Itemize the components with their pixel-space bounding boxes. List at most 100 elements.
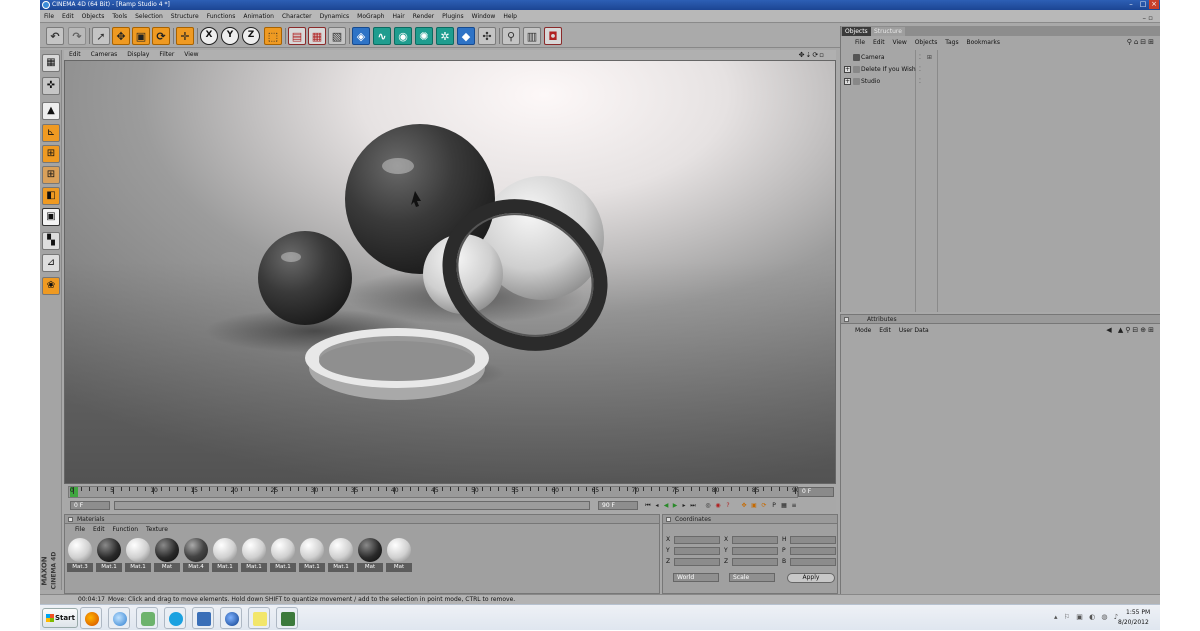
viewport-menu-display[interactable]: Display: [122, 50, 154, 60]
redo-icon[interactable]: ↷: [68, 27, 86, 45]
material-swatch[interactable]: Mat.1: [212, 537, 238, 573]
visibility-dots-icon[interactable]: ⁚: [919, 64, 923, 75]
mograph-cloner-icon[interactable]: ✲: [436, 27, 454, 45]
use-workplane-icon[interactable]: ⊾: [42, 124, 60, 142]
object-row-studio[interactable]: + Studio ⁚: [841, 76, 1160, 87]
parameter-key-icon[interactable]: P: [770, 501, 778, 510]
size-x-field[interactable]: [732, 536, 778, 544]
spline-pen-icon[interactable]: ∿: [373, 27, 391, 45]
objects-menu-bookmarks[interactable]: Bookmarks: [967, 39, 1001, 46]
pla-key-icon[interactable]: ▦: [780, 501, 788, 510]
keyframe-selection-icon[interactable]: ?: [724, 501, 732, 510]
live-selection-icon[interactable]: ➚: [92, 27, 110, 45]
material-swatch[interactable]: Mat.4: [183, 537, 209, 573]
timeline-ruler[interactable]: 0 5 10 15 20 25 30 35 40 45 50 55 60 65 70 75 80 85 90: [68, 486, 800, 498]
pos-z-field[interactable]: [674, 558, 720, 566]
snap-icon[interactable]: ⊿: [42, 254, 60, 272]
menu-help[interactable]: Help: [499, 10, 521, 23]
menu-selection[interactable]: Selection: [131, 10, 167, 23]
expand-icon[interactable]: +: [844, 66, 851, 73]
taskbar-cinema4d[interactable]: [220, 607, 242, 629]
z-axis-lock-icon[interactable]: Z: [242, 27, 260, 45]
menu-window[interactable]: Window: [468, 10, 500, 23]
close-icon[interactable]: ×: [1149, 0, 1159, 9]
points-mode-icon[interactable]: ⊞: [42, 145, 60, 163]
apply-button[interactable]: Apply: [787, 573, 835, 583]
material-swatch[interactable]: Mat.3: [67, 537, 93, 573]
minimize-icon[interactable]: –: [1126, 0, 1136, 9]
tweak-mode-icon[interactable]: ▣: [42, 208, 60, 226]
enable-axis-icon[interactable]: ▚: [42, 232, 60, 250]
rot-h-field[interactable]: [790, 536, 836, 544]
materials-menu-function[interactable]: Function: [113, 526, 139, 533]
end-frame-field[interactable]: 90 F: [598, 501, 638, 510]
materials-menu-edit[interactable]: Edit: [93, 526, 105, 533]
menu-character[interactable]: Character: [278, 10, 316, 23]
objects-menu-file[interactable]: File: [855, 39, 865, 46]
menu-animation[interactable]: Animation: [239, 10, 278, 23]
viewport-menu-cameras[interactable]: Cameras: [86, 50, 123, 60]
visibility-dots-icon[interactable]: ⁚ ⊞: [919, 52, 934, 63]
menu-structure[interactable]: Structure: [167, 10, 203, 23]
object-row-delete[interactable]: + Delete If you Wish ⁚: [841, 64, 1160, 75]
render-view-icon[interactable]: ▤: [288, 27, 306, 45]
objects-menu-edit[interactable]: Edit: [873, 39, 885, 46]
cube-primitive-icon[interactable]: ◈: [352, 27, 370, 45]
solo-mode-icon[interactable]: ❀: [42, 277, 60, 295]
menu-objects[interactable]: Objects: [78, 10, 109, 23]
objects-menu-tags[interactable]: Tags: [945, 39, 958, 46]
expand-icon[interactable]: +: [844, 78, 851, 85]
material-swatch[interactable]: Mat.1: [125, 537, 151, 573]
taskbar-skype[interactable]: [164, 607, 186, 629]
maximize-icon[interactable]: □: [1138, 0, 1148, 9]
scene-environment-icon[interactable]: ✣: [478, 27, 496, 45]
objects-menu-objects[interactable]: Objects: [915, 39, 938, 46]
rotation-key-icon[interactable]: ⟳: [760, 501, 768, 510]
materials-menu-file[interactable]: File: [75, 526, 85, 533]
range-slider[interactable]: [114, 501, 590, 510]
menu-edit[interactable]: Edit: [58, 10, 78, 23]
materials-menu-texture[interactable]: Texture: [146, 526, 168, 533]
taskbar-app5[interactable]: [192, 607, 214, 629]
undo-icon[interactable]: ↶: [46, 27, 64, 45]
scale-mode-select[interactable]: Scale: [729, 573, 775, 582]
y-axis-lock-icon[interactable]: Y: [221, 27, 239, 45]
start-frame-field[interactable]: 0 F: [70, 501, 110, 510]
edges-mode-icon[interactable]: ⊞: [42, 166, 60, 184]
start-button[interactable]: Start: [42, 608, 78, 628]
menu-file[interactable]: File: [40, 10, 58, 23]
visibility-dots-icon[interactable]: ⁚: [919, 76, 923, 87]
attributes-menu-userdata[interactable]: User Data: [899, 327, 929, 334]
scale-tool-icon[interactable]: ▣: [132, 27, 150, 45]
menu-hair[interactable]: Hair: [388, 10, 408, 23]
viewport-menu-edit[interactable]: Edit: [64, 50, 86, 60]
subdivision-surface-icon[interactable]: ◉: [394, 27, 412, 45]
object-row-camera[interactable]: Camera ⁚ ⊞: [841, 52, 1160, 63]
taskbar-app8[interactable]: [276, 607, 298, 629]
play-backward-icon[interactable]: ◀: [662, 501, 670, 510]
taskbar-itunes[interactable]: [108, 607, 130, 629]
size-y-field[interactable]: [732, 547, 778, 555]
coordinate-system-icon[interactable]: ⬚: [264, 27, 282, 45]
use-object-mode-icon[interactable]: ✜: [42, 77, 60, 95]
current-frame-field[interactable]: 0 F: [798, 487, 834, 497]
coordinate-mode-select[interactable]: World: [673, 573, 719, 582]
tray-icons[interactable]: ▴ ⚐ ▣ ◐ ◍ ♪: [1054, 613, 1120, 621]
attributes-menu-mode[interactable]: Mode: [855, 327, 871, 334]
material-swatch[interactable]: Mat: [357, 537, 383, 573]
menu-render[interactable]: Render: [409, 10, 438, 23]
tab-objects[interactable]: Objects: [842, 27, 871, 36]
use-model-mode-icon[interactable]: ▦: [42, 54, 60, 72]
material-swatch[interactable]: Mat: [154, 537, 180, 573]
render-settings-icon[interactable]: ▧: [328, 27, 346, 45]
menu-functions[interactable]: Functions: [203, 10, 240, 23]
attributes-menu-edit[interactable]: Edit: [879, 327, 891, 334]
last-tool-icon[interactable]: ✛: [176, 27, 194, 45]
menu-mograph[interactable]: MoGraph: [353, 10, 388, 23]
deformer-icon[interactable]: ◆: [457, 27, 475, 45]
taskbar-firefox[interactable]: [80, 607, 102, 629]
viewport-menu-view[interactable]: View: [179, 50, 203, 60]
record-keys-icon[interactable]: ◎: [704, 501, 712, 510]
x-axis-lock-icon[interactable]: X: [200, 27, 218, 45]
play-forward-icon[interactable]: ▶: [671, 501, 679, 510]
